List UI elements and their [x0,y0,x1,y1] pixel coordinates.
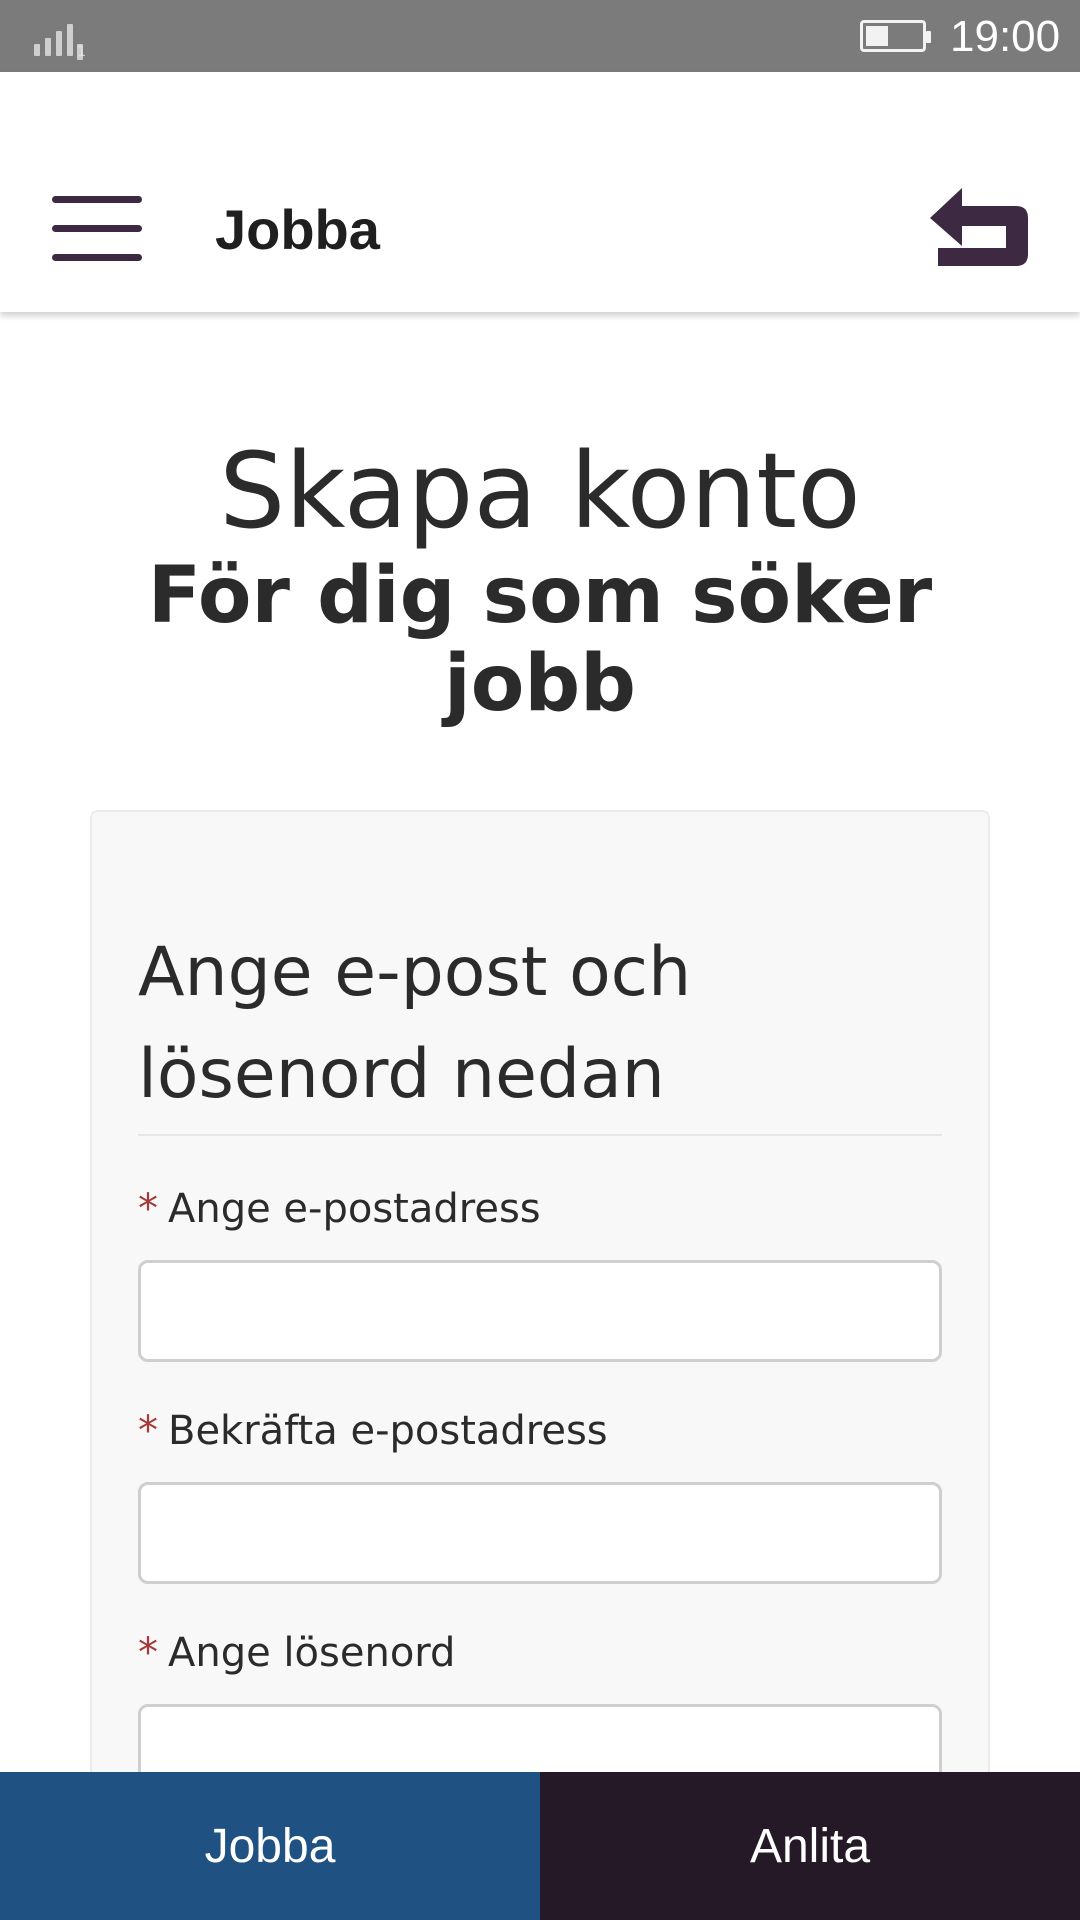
password-label: * Ange lösenord [138,1630,455,1676]
email-label-text: Ange e-postadress [168,1186,541,1232]
email-label: * Ange e-postadress [138,1186,541,1232]
form-heading: Ange e-post och lösenord nedan [138,933,692,1114]
back-button[interactable] [918,182,1030,272]
app-title: Jobba [215,198,380,261]
main-content: Skapa konto För dig som söker jobb Ange … [0,312,1080,1810]
back-arrow-icon [930,188,1028,266]
password-label-text: Ange lösenord [168,1630,456,1676]
signal-sub-label: 1 [77,44,86,60]
form-divider [138,1134,942,1136]
app-bar: Jobba [0,72,1080,312]
bottom-tab-bar: Jobba Anlita [0,1772,1080,1920]
signup-form-card: Ange e-post och lösenord nedan * Ange e-p… [90,810,990,1810]
page-title: Skapa konto [219,430,861,552]
menu-button[interactable] [52,196,142,261]
tab-jobba[interactable]: Jobba [0,1772,540,1920]
required-marker: * [138,1186,158,1232]
required-marker: * [138,1408,158,1454]
required-marker: * [138,1630,158,1676]
email-input[interactable] [138,1260,942,1362]
status-time: 19:00 [950,12,1061,61]
status-bar: 1 19:00 [0,0,1080,72]
confirm-email-label: * Bekräfta e-postadress [138,1408,608,1454]
page-subtitle: För dig som söker jobb [147,551,933,729]
tab-anlita[interactable]: Anlita [540,1772,1080,1920]
battery-icon [860,20,931,52]
confirm-email-label-text: Bekräfta e-postadress [168,1408,608,1454]
confirm-email-input[interactable] [138,1482,942,1584]
hamburger-icon [52,196,142,203]
signal-icon: 1 [34,22,86,60]
